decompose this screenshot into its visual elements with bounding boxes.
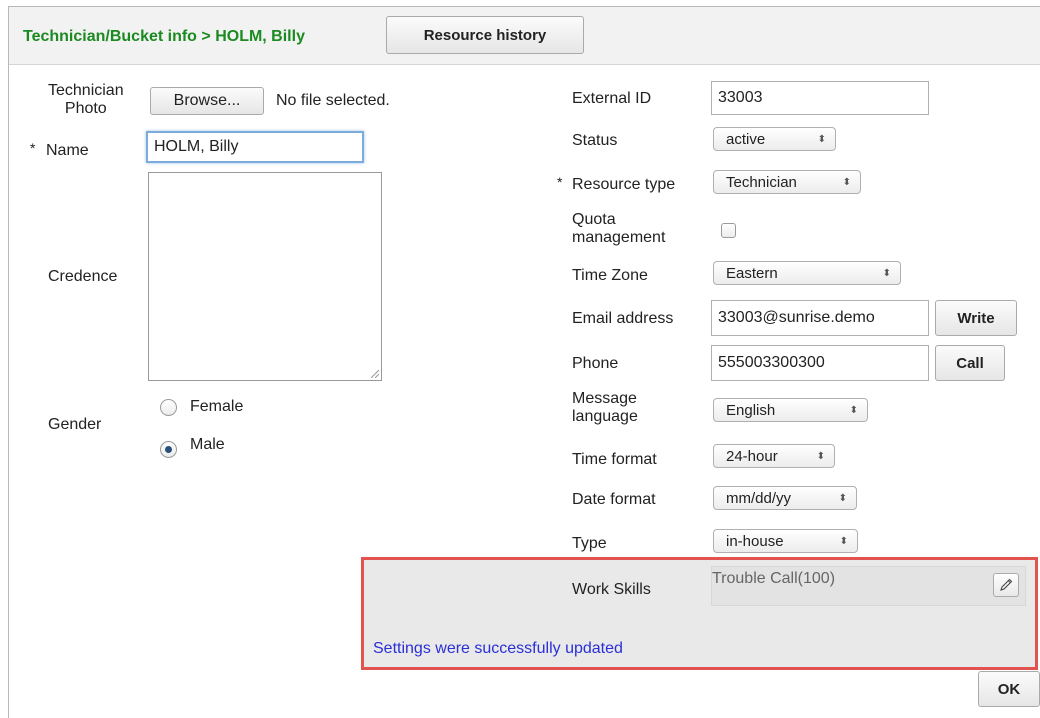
- phone-input[interactable]: 555003300300: [711, 345, 929, 381]
- up-down-arrows-icon: ⬍: [838, 492, 847, 504]
- time-format-label: Time format: [572, 451, 657, 468]
- resource-history-button[interactable]: Resource history: [386, 16, 584, 54]
- pencil-icon: [1000, 578, 1013, 591]
- credence-label: Credence: [48, 268, 118, 285]
- resource-type-label: Resource type: [572, 176, 676, 193]
- up-down-arrows-icon: ⬍: [849, 404, 858, 416]
- quota-label: Quota management: [572, 211, 666, 246]
- date-format-select[interactable]: mm/dd/yy ⬍: [713, 486, 857, 510]
- required-marker: *: [30, 140, 36, 156]
- external-id-input[interactable]: 33003: [711, 81, 929, 115]
- credence-textarea[interactable]: [148, 172, 382, 381]
- breadcrumb[interactable]: Technician/Bucket info > HOLM, Billy: [23, 28, 305, 46]
- female-label[interactable]: Female: [190, 398, 243, 416]
- work-skills-box: Trouble Call(100): [711, 566, 1026, 606]
- type-label: Type: [572, 535, 607, 552]
- message-language-label: Message language: [572, 390, 638, 425]
- type-select[interactable]: in-house ⬍: [713, 529, 858, 553]
- edit-skills-button[interactable]: [993, 573, 1019, 597]
- message-language-select[interactable]: English ⬍: [713, 398, 868, 422]
- photo-label: Technician Photo: [48, 82, 124, 117]
- male-label[interactable]: Male: [190, 436, 225, 454]
- up-down-arrows-icon: ⬍: [882, 267, 891, 279]
- gender-label: Gender: [48, 416, 102, 433]
- resize-grip-icon[interactable]: [369, 368, 379, 378]
- success-message: Settings were successfully updated: [373, 640, 623, 657]
- time-zone-label: Time Zone: [572, 267, 648, 284]
- name-input[interactable]: HOLM, Billy: [146, 131, 364, 163]
- email-input[interactable]: 33003@sunrise.demo: [711, 300, 929, 336]
- up-down-arrows-icon: ⬍: [817, 133, 826, 145]
- work-skills-value: Trouble Call(100): [712, 570, 836, 587]
- female-radio[interactable]: [160, 399, 177, 416]
- work-skills-label: Work Skills: [572, 581, 651, 598]
- browse-button[interactable]: Browse...: [150, 87, 264, 115]
- time-zone-select[interactable]: Eastern ⬍: [713, 261, 901, 285]
- no-file-text: No file selected.: [276, 92, 390, 109]
- status-select[interactable]: active ⬍: [713, 127, 836, 151]
- work-skills-panel: Work Skills Trouble Call(100) Settings w…: [361, 557, 1038, 670]
- male-radio[interactable]: [160, 441, 177, 458]
- time-format-select[interactable]: 24-hour ⬍: [713, 444, 835, 468]
- quota-checkbox[interactable]: [721, 223, 736, 238]
- ok-button[interactable]: OK: [978, 671, 1040, 707]
- up-down-arrows-icon: ⬍: [842, 176, 851, 188]
- email-label: Email address: [572, 310, 674, 327]
- up-down-arrows-icon: ⬍: [839, 535, 848, 547]
- status-label: Status: [572, 132, 618, 149]
- external-id-label: External ID: [572, 90, 652, 107]
- up-down-arrows-icon: ⬍: [816, 450, 825, 462]
- required-marker: *: [557, 174, 563, 190]
- call-button[interactable]: Call: [935, 345, 1005, 381]
- date-format-label: Date format: [572, 491, 656, 508]
- phone-label: Phone: [572, 355, 619, 372]
- resource-type-select[interactable]: Technician ⬍: [713, 170, 861, 194]
- write-button[interactable]: Write: [935, 300, 1017, 336]
- name-label: Name: [46, 142, 89, 159]
